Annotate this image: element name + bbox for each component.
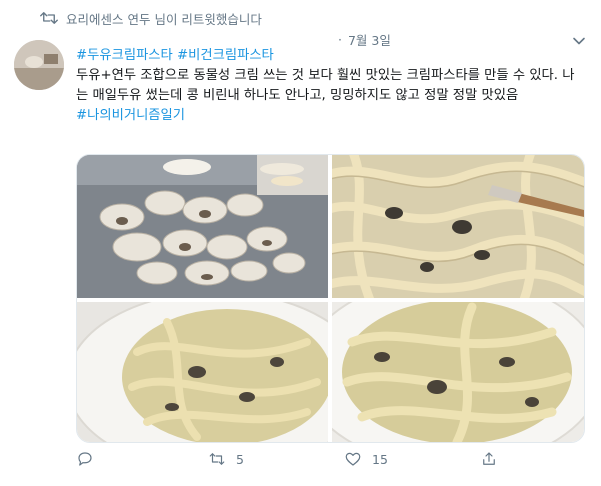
hashtag-link[interactable]: #나의비거니즘일기: [76, 108, 185, 123]
share-icon: [483, 452, 495, 465]
avatar[interactable]: [14, 40, 64, 90]
like-count: 15: [372, 451, 388, 467]
retweet-icon: [40, 12, 58, 24]
meta-dot: ·: [338, 32, 342, 47]
photo-pasta-fork[interactable]: [332, 155, 584, 298]
retweet-icon: [209, 453, 225, 465]
share-button[interactable]: [480, 450, 498, 468]
photo-mushrooms[interactable]: [77, 155, 328, 298]
retweet-button[interactable]: 5: [208, 450, 244, 468]
retweet-notice[interactable]: 요리에센스 연두 님이 리트윗했습니다: [40, 8, 262, 28]
hashtag-link[interactable]: #비건크림파스타: [177, 48, 274, 63]
avatar-image: [14, 40, 64, 90]
media-grid: [76, 154, 585, 443]
tweet-text: #두유크림파스타 #비건크림파스타 두유+연두 조합으로 동물성 크림 쓰는 것…: [76, 46, 586, 126]
hashtag-line: #두유크림파스타 #비건크림파스타: [76, 46, 586, 66]
retweet-count: 5: [236, 451, 244, 467]
hashtag-link[interactable]: #두유크림파스타: [76, 48, 173, 63]
tweet-body: 두유+연두 조합으로 동물성 크림 쓰는 것 보다 훨씬 맛있는 크림파스타를 …: [76, 68, 575, 103]
heart-icon: [345, 452, 361, 466]
photo-pasta-plate-1[interactable]: [77, 302, 328, 442]
like-button[interactable]: 15: [344, 450, 388, 468]
reply-button[interactable]: [76, 450, 94, 468]
reply-icon: [78, 452, 92, 466]
retweet-notice-text: 요리에센스 연두 님이 리트윗했습니다: [66, 11, 262, 27]
tweet-actions: 5 15: [76, 450, 516, 476]
photo-pasta-plate-2[interactable]: [332, 302, 584, 442]
